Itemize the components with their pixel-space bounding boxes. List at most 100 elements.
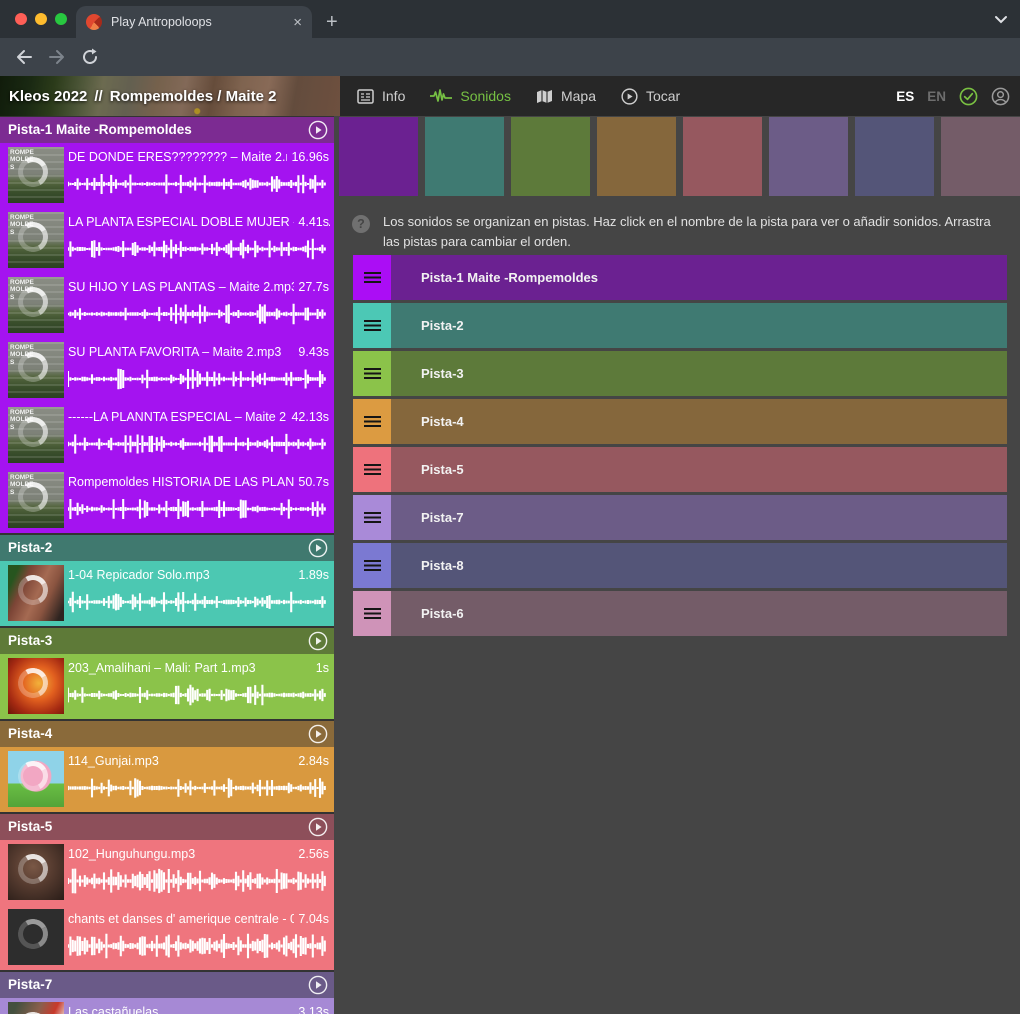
track-rows-list: Pista-1 Maite -Rompemoldes Pista-2 Pista…: [353, 255, 1007, 639]
clip-item[interactable]: ROMPEMOLDES SU HIJO Y LAS PLANTAS – Mait…: [0, 273, 334, 338]
clip-item[interactable]: 1-04 Repicador Solo.mp3 1.89s: [0, 561, 334, 626]
track-color-swatch: [683, 117, 762, 196]
track-color-swatch: [769, 117, 848, 196]
track-section: Pista-3 203_Amalihani – Mali: Part 1.mp3…: [0, 628, 334, 719]
drag-handle[interactable]: [353, 303, 391, 348]
clip-item[interactable]: ROMPEMOLDES SU PLANTA FAVORITA – Maite 2…: [0, 338, 334, 403]
play-track-icon[interactable]: [308, 724, 328, 744]
grip-icon: [364, 608, 381, 619]
waveform: [68, 775, 326, 801]
track-header[interactable]: Pista-5: [0, 814, 334, 840]
clip-thumbnail: ROMPEMOLDES: [8, 147, 64, 203]
breadcrumb-project[interactable]: Kleos 2022: [9, 88, 87, 105]
lang-en-button[interactable]: EN: [927, 89, 946, 104]
track-row[interactable]: Pista-5: [353, 447, 1007, 492]
tracks-sidebar: Pista-1 Maite -Rompemoldes ROMPEMOLDES D…: [0, 116, 334, 1014]
track-color-swatch: [511, 117, 590, 196]
new-tab-button[interactable]: +: [326, 8, 338, 36]
play-track-icon[interactable]: [308, 631, 328, 651]
clip-item[interactable]: 102_Hunguhungu.mp3 2.56s: [0, 840, 334, 905]
nav-item-sonidos[interactable]: Sonidos: [430, 88, 511, 104]
drag-handle[interactable]: [353, 543, 391, 588]
clip-item[interactable]: ROMPEMOLDES Rompemoldes HISTORIA DE LAS …: [0, 468, 334, 533]
track-header[interactable]: Pista-3: [0, 628, 334, 654]
clip-item[interactable]: 114_Gunjai.mp3 2.84s: [0, 747, 334, 812]
track-name: Pista-4: [8, 726, 52, 741]
track-header[interactable]: Pista-1 Maite -Rompemoldes: [0, 117, 334, 143]
drag-handle[interactable]: [353, 399, 391, 444]
clip-item[interactable]: 203_Amalihani – Mali: Part 1.mp3 1s: [0, 654, 334, 719]
nav-item-label: Sonidos: [460, 88, 511, 104]
loading-spinner-icon: [15, 851, 52, 888]
clip-thumbnail: [8, 909, 64, 965]
clip-item[interactable]: ROMPEMOLDES DE DONDE ERES???????? – Mait…: [0, 143, 334, 208]
clip-item[interactable]: chants et danses d' amerique centrale - …: [0, 905, 334, 970]
breadcrumb-path[interactable]: Rompemoldes / Maite 2: [110, 88, 277, 105]
nav-item-info[interactable]: Info: [357, 88, 405, 104]
tab-search-chevron-icon[interactable]: [994, 15, 1008, 24]
breadcrumb-separator: //: [94, 88, 102, 105]
map-thumbnail-banner[interactable]: Kleos 2022 // Rompemoldes / Maite 2: [0, 76, 340, 116]
clip-title: Las castañuelas: [68, 1005, 330, 1014]
waveform: [68, 366, 326, 392]
drag-handle[interactable]: [353, 447, 391, 492]
waveform: [68, 431, 326, 457]
track-header[interactable]: Pista-4: [0, 721, 334, 747]
track-section: Pista-7 Las castañuelas 3.13s: [0, 972, 334, 1014]
waveform: [68, 868, 326, 894]
clip-thumbnail: [8, 658, 64, 714]
clip-duration: 27.7s: [294, 280, 329, 294]
track-row[interactable]: Pista-1 Maite -Rompemoldes: [353, 255, 1007, 300]
sync-check-icon[interactable]: [959, 87, 978, 106]
track-row[interactable]: Pista-4: [353, 399, 1007, 444]
clip-thumbnail: [8, 1002, 64, 1014]
track-name: Pista-3: [8, 633, 52, 648]
track-row[interactable]: Pista-7: [353, 495, 1007, 540]
breadcrumb: Kleos 2022 // Rompemoldes / Maite 2: [9, 76, 276, 116]
tab-close-icon[interactable]: ×: [293, 14, 302, 31]
forward-button[interactable]: [45, 45, 69, 69]
loading-spinner-icon: [15, 1009, 52, 1014]
track-row[interactable]: Pista-6: [353, 591, 1007, 636]
traffic-light-close-button[interactable]: [15, 13, 27, 25]
back-button[interactable]: [12, 45, 36, 69]
track-row[interactable]: Pista-8: [353, 543, 1007, 588]
track-row[interactable]: Pista-2: [353, 303, 1007, 348]
clip-duration: 4.41s: [294, 215, 329, 229]
clip-title: Rompemoldes HISTORIA DE LAS PLANTAS...: [68, 475, 330, 489]
drag-handle[interactable]: [353, 495, 391, 540]
nav-item-mapa[interactable]: Mapa: [536, 88, 596, 104]
track-name: Pista-2: [8, 540, 52, 555]
map-icon: [536, 89, 553, 104]
clip-duration: 7.04s: [294, 912, 329, 926]
clip-thumbnail: ROMPEMOLDES: [8, 277, 64, 333]
track-header[interactable]: Pista-7: [0, 972, 334, 998]
drag-handle[interactable]: [353, 591, 391, 636]
reload-button[interactable]: [78, 45, 102, 69]
nav-item-tocar[interactable]: Tocar: [621, 88, 680, 105]
traffic-light-minimize-button[interactable]: [35, 13, 47, 25]
clip-title: 102_Hunguhungu.mp3: [68, 847, 330, 861]
clip-item[interactable]: ROMPEMOLDES ------LA PLANNTA ESPECIAL – …: [0, 403, 334, 468]
waveform: [68, 301, 326, 327]
site-favicon: [86, 14, 102, 30]
track-header[interactable]: Pista-2: [0, 535, 334, 561]
clip-item[interactable]: Las castañuelas 3.13s: [0, 998, 334, 1014]
clip-item[interactable]: ROMPEMOLDES LA PLANTA ESPECIAL DOBLE MUJ…: [0, 208, 334, 273]
track-color-swatch: [339, 117, 418, 196]
clip-title: 114_Gunjai.mp3: [68, 754, 330, 768]
play-track-icon[interactable]: [308, 538, 328, 558]
play-track-icon[interactable]: [308, 817, 328, 837]
play-track-icon[interactable]: [308, 120, 328, 140]
track-row-label: Pista-7: [421, 510, 464, 525]
clip-title: SU HIJO Y LAS PLANTAS – Maite 2.mp3: [68, 280, 330, 294]
play-track-icon[interactable]: [308, 975, 328, 995]
drag-handle[interactable]: [353, 255, 391, 300]
lang-es-button[interactable]: ES: [896, 89, 914, 104]
browser-tab[interactable]: Play Antropoloops ×: [76, 6, 312, 38]
clip-thumbnail: [8, 565, 64, 621]
account-icon[interactable]: [991, 87, 1010, 106]
traffic-light-zoom-button[interactable]: [55, 13, 67, 25]
drag-handle[interactable]: [353, 351, 391, 396]
track-row[interactable]: Pista-3: [353, 351, 1007, 396]
